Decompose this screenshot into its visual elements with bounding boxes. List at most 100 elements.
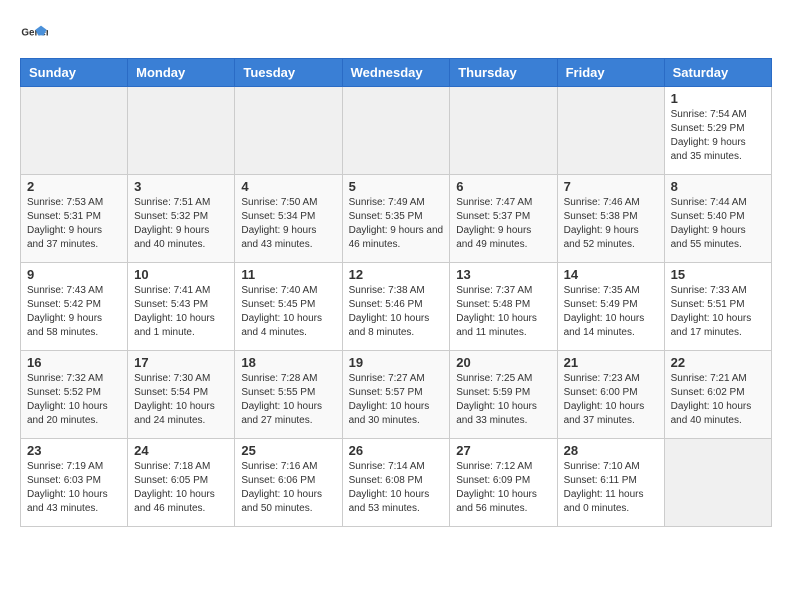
calendar-cell: 25 Sunrise: 7:16 AM Sunset: 6:06 PM Dayli… xyxy=(235,439,342,527)
day-info: Sunrise: 7:27 AM Sunset: 5:57 PM Dayligh… xyxy=(349,372,444,428)
day-info: Sunrise: 7:37 AM Sunset: 5:48 PM Dayligh… xyxy=(456,284,550,340)
calendar-week-row: 1 Sunrise: 7:54 AM Sunset: 5:29 PM Daylig… xyxy=(21,87,772,175)
day-info: Sunrise: 7:14 AM Sunset: 6:08 PM Dayligh… xyxy=(349,460,444,516)
calendar-cell xyxy=(450,87,557,175)
day-number: 9 xyxy=(27,267,121,282)
calendar-week-row: 9 Sunrise: 7:43 AM Sunset: 5:42 PM Daylig… xyxy=(21,263,772,351)
logo: General xyxy=(20,20,52,48)
day-info: Sunrise: 7:28 AM Sunset: 5:55 PM Dayligh… xyxy=(241,372,335,428)
day-info: Sunrise: 7:18 AM Sunset: 6:05 PM Dayligh… xyxy=(134,460,228,516)
day-info: Sunrise: 7:12 AM Sunset: 6:09 PM Dayligh… xyxy=(456,460,550,516)
calendar-cell: 20 Sunrise: 7:25 AM Sunset: 5:59 PM Dayli… xyxy=(450,351,557,439)
calendar-week-row: 2Sunrise: 7:53 AM Sunset: 5:31 PM Daylig… xyxy=(21,175,772,263)
calendar-cell: 18 Sunrise: 7:28 AM Sunset: 5:55 PM Dayli… xyxy=(235,351,342,439)
calendar-table: SundayMondayTuesdayWednesdayThursdayFrid… xyxy=(20,58,772,527)
calendar-cell: 23Sunrise: 7:19 AM Sunset: 6:03 PM Dayli… xyxy=(21,439,128,527)
calendar-cell: 9 Sunrise: 7:43 AM Sunset: 5:42 PM Daylig… xyxy=(21,263,128,351)
day-number: 10 xyxy=(134,267,228,282)
day-info: Sunrise: 7:50 AM Sunset: 5:34 PM Dayligh… xyxy=(241,196,335,252)
calendar-cell: 26 Sunrise: 7:14 AM Sunset: 6:08 PM Dayli… xyxy=(342,439,450,527)
calendar-cell: 28 Sunrise: 7:10 AM Sunset: 6:11 PM Dayli… xyxy=(557,439,664,527)
calendar-cell: 17 Sunrise: 7:30 AM Sunset: 5:54 PM Dayli… xyxy=(128,351,235,439)
calendar-cell: 14 Sunrise: 7:35 AM Sunset: 5:49 PM Dayli… xyxy=(557,263,664,351)
day-info: Sunrise: 7:21 AM Sunset: 6:02 PM Dayligh… xyxy=(671,372,765,428)
day-info: Sunrise: 7:23 AM Sunset: 6:00 PM Dayligh… xyxy=(564,372,658,428)
day-info: Sunrise: 7:49 AM Sunset: 5:35 PM Dayligh… xyxy=(349,196,444,252)
weekday-header-friday: Friday xyxy=(557,59,664,87)
calendar-cell xyxy=(21,87,128,175)
calendar-cell: 2Sunrise: 7:53 AM Sunset: 5:31 PM Daylig… xyxy=(21,175,128,263)
day-number: 11 xyxy=(241,267,335,282)
day-number: 20 xyxy=(456,355,550,370)
day-number: 3 xyxy=(134,179,228,194)
calendar-cell: 15 Sunrise: 7:33 AM Sunset: 5:51 PM Dayli… xyxy=(664,263,771,351)
day-number: 16 xyxy=(27,355,121,370)
day-number: 26 xyxy=(349,443,444,458)
day-info: Sunrise: 7:10 AM Sunset: 6:11 PM Dayligh… xyxy=(564,460,658,516)
day-number: 21 xyxy=(564,355,658,370)
day-info: Sunrise: 7:32 AM Sunset: 5:52 PM Dayligh… xyxy=(27,372,121,428)
day-number: 1 xyxy=(671,91,765,106)
calendar-cell xyxy=(664,439,771,527)
day-number: 24 xyxy=(134,443,228,458)
day-number: 25 xyxy=(241,443,335,458)
calendar-cell: 11 Sunrise: 7:40 AM Sunset: 5:45 PM Dayli… xyxy=(235,263,342,351)
day-info: Sunrise: 7:33 AM Sunset: 5:51 PM Dayligh… xyxy=(671,284,765,340)
calendar-cell xyxy=(557,87,664,175)
day-info: Sunrise: 7:54 AM Sunset: 5:29 PM Dayligh… xyxy=(671,108,765,164)
calendar-cell: 10 Sunrise: 7:41 AM Sunset: 5:43 PM Dayli… xyxy=(128,263,235,351)
day-number: 7 xyxy=(564,179,658,194)
weekday-header-saturday: Saturday xyxy=(664,59,771,87)
day-info: Sunrise: 7:30 AM Sunset: 5:54 PM Dayligh… xyxy=(134,372,228,428)
day-info: Sunrise: 7:40 AM Sunset: 5:45 PM Dayligh… xyxy=(241,284,335,340)
logo-icon: General xyxy=(20,20,48,48)
day-number: 6 xyxy=(456,179,550,194)
day-number: 2 xyxy=(27,179,121,194)
weekday-header-thursday: Thursday xyxy=(450,59,557,87)
calendar-cell: 16 Sunrise: 7:32 AM Sunset: 5:52 PM Dayli… xyxy=(21,351,128,439)
day-number: 12 xyxy=(349,267,444,282)
day-info: Sunrise: 7:25 AM Sunset: 5:59 PM Dayligh… xyxy=(456,372,550,428)
day-info: Sunrise: 7:46 AM Sunset: 5:38 PM Dayligh… xyxy=(564,196,658,252)
calendar-cell: 21 Sunrise: 7:23 AM Sunset: 6:00 PM Dayli… xyxy=(557,351,664,439)
day-number: 22 xyxy=(671,355,765,370)
calendar-cell xyxy=(342,87,450,175)
day-number: 5 xyxy=(349,179,444,194)
day-info: Sunrise: 7:43 AM Sunset: 5:42 PM Dayligh… xyxy=(27,284,121,340)
weekday-header-monday: Monday xyxy=(128,59,235,87)
day-number: 14 xyxy=(564,267,658,282)
day-number: 13 xyxy=(456,267,550,282)
weekday-header-wednesday: Wednesday xyxy=(342,59,450,87)
calendar-week-row: 16 Sunrise: 7:32 AM Sunset: 5:52 PM Dayli… xyxy=(21,351,772,439)
day-number: 4 xyxy=(241,179,335,194)
day-number: 18 xyxy=(241,355,335,370)
weekday-header-tuesday: Tuesday xyxy=(235,59,342,87)
day-number: 17 xyxy=(134,355,228,370)
day-info: Sunrise: 7:47 AM Sunset: 5:37 PM Dayligh… xyxy=(456,196,550,252)
calendar-cell: 5 Sunrise: 7:49 AM Sunset: 5:35 PM Daylig… xyxy=(342,175,450,263)
calendar-cell: 22 Sunrise: 7:21 AM Sunset: 6:02 PM Dayli… xyxy=(664,351,771,439)
calendar-cell: 6 Sunrise: 7:47 AM Sunset: 5:37 PM Daylig… xyxy=(450,175,557,263)
day-number: 8 xyxy=(671,179,765,194)
calendar-cell: 24 Sunrise: 7:18 AM Sunset: 6:05 PM Dayli… xyxy=(128,439,235,527)
calendar-cell: 4 Sunrise: 7:50 AM Sunset: 5:34 PM Daylig… xyxy=(235,175,342,263)
calendar-header-row: SundayMondayTuesdayWednesdayThursdayFrid… xyxy=(21,59,772,87)
day-number: 19 xyxy=(349,355,444,370)
day-info: Sunrise: 7:38 AM Sunset: 5:46 PM Dayligh… xyxy=(349,284,444,340)
day-number: 28 xyxy=(564,443,658,458)
day-number: 15 xyxy=(671,267,765,282)
calendar-cell xyxy=(128,87,235,175)
calendar-cell: 19 Sunrise: 7:27 AM Sunset: 5:57 PM Dayli… xyxy=(342,351,450,439)
day-info: Sunrise: 7:41 AM Sunset: 5:43 PM Dayligh… xyxy=(134,284,228,340)
day-info: Sunrise: 7:16 AM Sunset: 6:06 PM Dayligh… xyxy=(241,460,335,516)
calendar-week-row: 23Sunrise: 7:19 AM Sunset: 6:03 PM Dayli… xyxy=(21,439,772,527)
calendar-cell: 8 Sunrise: 7:44 AM Sunset: 5:40 PM Daylig… xyxy=(664,175,771,263)
calendar-cell: 1 Sunrise: 7:54 AM Sunset: 5:29 PM Daylig… xyxy=(664,87,771,175)
calendar-cell: 13 Sunrise: 7:37 AM Sunset: 5:48 PM Dayli… xyxy=(450,263,557,351)
day-info: Sunrise: 7:44 AM Sunset: 5:40 PM Dayligh… xyxy=(671,196,765,252)
calendar-cell: 12 Sunrise: 7:38 AM Sunset: 5:46 PM Dayli… xyxy=(342,263,450,351)
calendar-cell: 27Sunrise: 7:12 AM Sunset: 6:09 PM Dayli… xyxy=(450,439,557,527)
day-info: Sunrise: 7:35 AM Sunset: 5:49 PM Dayligh… xyxy=(564,284,658,340)
calendar-cell: 7 Sunrise: 7:46 AM Sunset: 5:38 PM Daylig… xyxy=(557,175,664,263)
day-number: 23 xyxy=(27,443,121,458)
